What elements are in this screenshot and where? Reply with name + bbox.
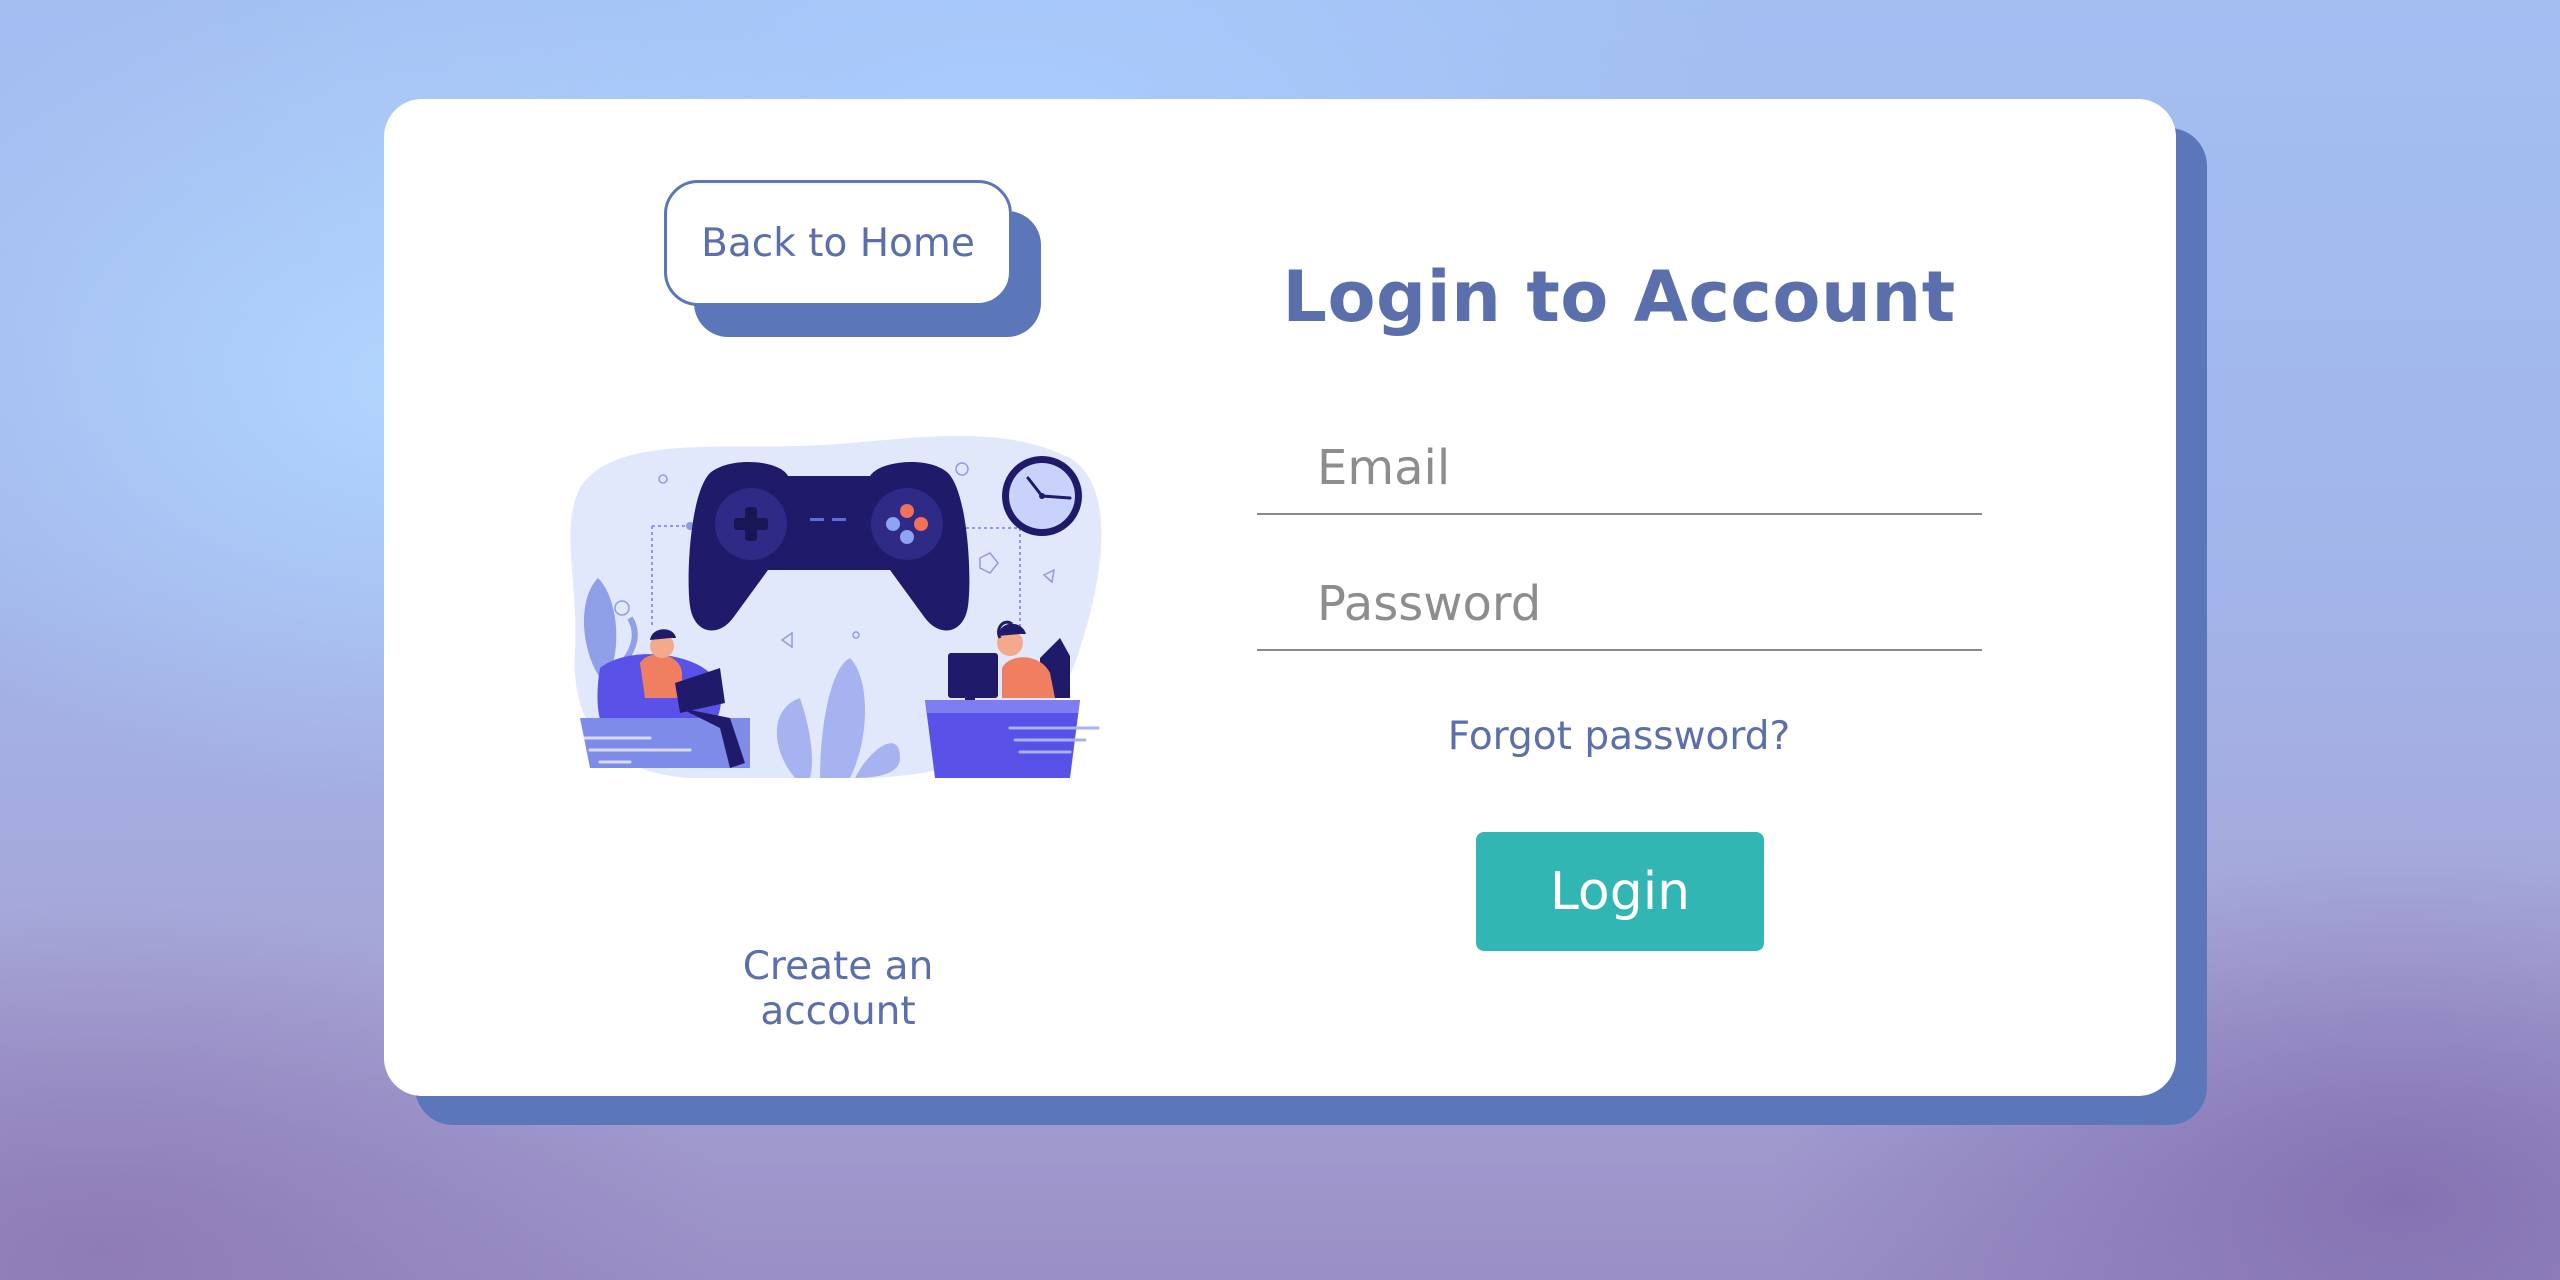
gaming-illustration-icon xyxy=(570,435,1102,778)
password-field-container xyxy=(1257,561,1982,651)
forgot-password-link[interactable]: Forgot password? xyxy=(1257,714,1981,759)
email-field[interactable] xyxy=(1317,425,1957,511)
create-account-link[interactable]: Create an account xyxy=(664,944,1012,1034)
password-field[interactable] xyxy=(1317,561,1957,647)
page-title: Login to Account xyxy=(1282,256,1956,338)
login-button[interactable]: Login xyxy=(1476,832,1764,951)
back-to-home-button[interactable]: Back to Home xyxy=(664,180,1012,306)
back-to-home-wrapper: Back to Home xyxy=(664,180,1042,338)
email-field-container xyxy=(1257,425,1982,515)
